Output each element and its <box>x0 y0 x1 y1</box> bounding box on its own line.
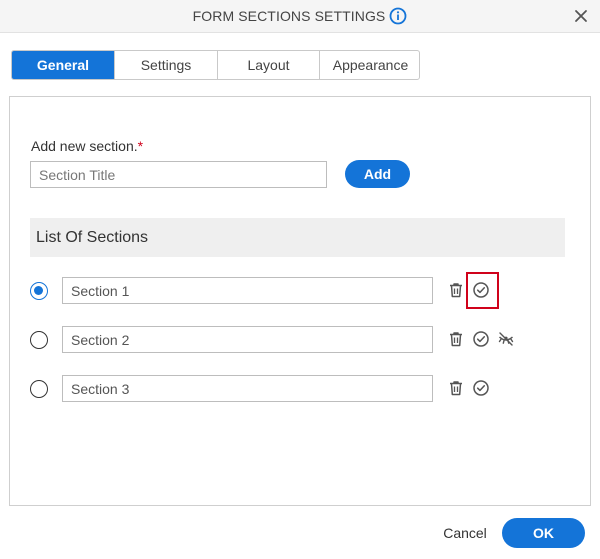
dialog-title: FORM SECTIONS SETTINGS <box>192 8 386 24</box>
dialog-title-bar: FORM SECTIONS SETTINGS <box>0 0 600 33</box>
dialog-title-wrap: FORM SECTIONS SETTINGS <box>0 0 600 32</box>
tab-settings[interactable]: Settings <box>115 51 218 79</box>
hide-icon[interactable] <box>497 330 515 348</box>
add-section-label-text: Add new section. <box>31 138 138 154</box>
section-3-radio[interactable] <box>30 380 48 398</box>
highlight-box <box>466 272 499 309</box>
check-circle-icon[interactable] <box>472 330 490 348</box>
required-marker: * <box>137 138 144 154</box>
trash-icon[interactable] <box>447 330 465 348</box>
trash-icon[interactable] <box>447 281 465 299</box>
list-of-sections-header: List Of Sections <box>30 218 565 257</box>
section-row-2 <box>0 326 600 354</box>
section-2-input[interactable] <box>62 326 433 353</box>
section-title-input[interactable] <box>30 161 327 188</box>
info-icon[interactable] <box>389 7 407 25</box>
section-1-radio[interactable] <box>30 282 48 300</box>
tab-general[interactable]: General <box>12 51 115 79</box>
close-icon[interactable] <box>572 7 590 25</box>
check-circle-icon[interactable] <box>472 379 490 397</box>
section-2-radio[interactable] <box>30 331 48 349</box>
tab-layout[interactable]: Layout <box>218 51 320 79</box>
section-3-input[interactable] <box>62 375 433 402</box>
section-row-3 <box>0 375 600 403</box>
add-section-button[interactable]: Add <box>345 160 410 188</box>
tab-bar: General Settings Layout Appearance <box>11 50 420 80</box>
trash-icon[interactable] <box>447 379 465 397</box>
cancel-button[interactable]: Cancel <box>434 518 496 548</box>
add-section-label: Add new section.* <box>31 138 143 154</box>
section-1-input[interactable] <box>62 277 433 304</box>
tab-appearance[interactable]: Appearance <box>320 51 419 79</box>
ok-button[interactable]: OK <box>502 518 585 548</box>
section-row-1 <box>0 277 600 305</box>
